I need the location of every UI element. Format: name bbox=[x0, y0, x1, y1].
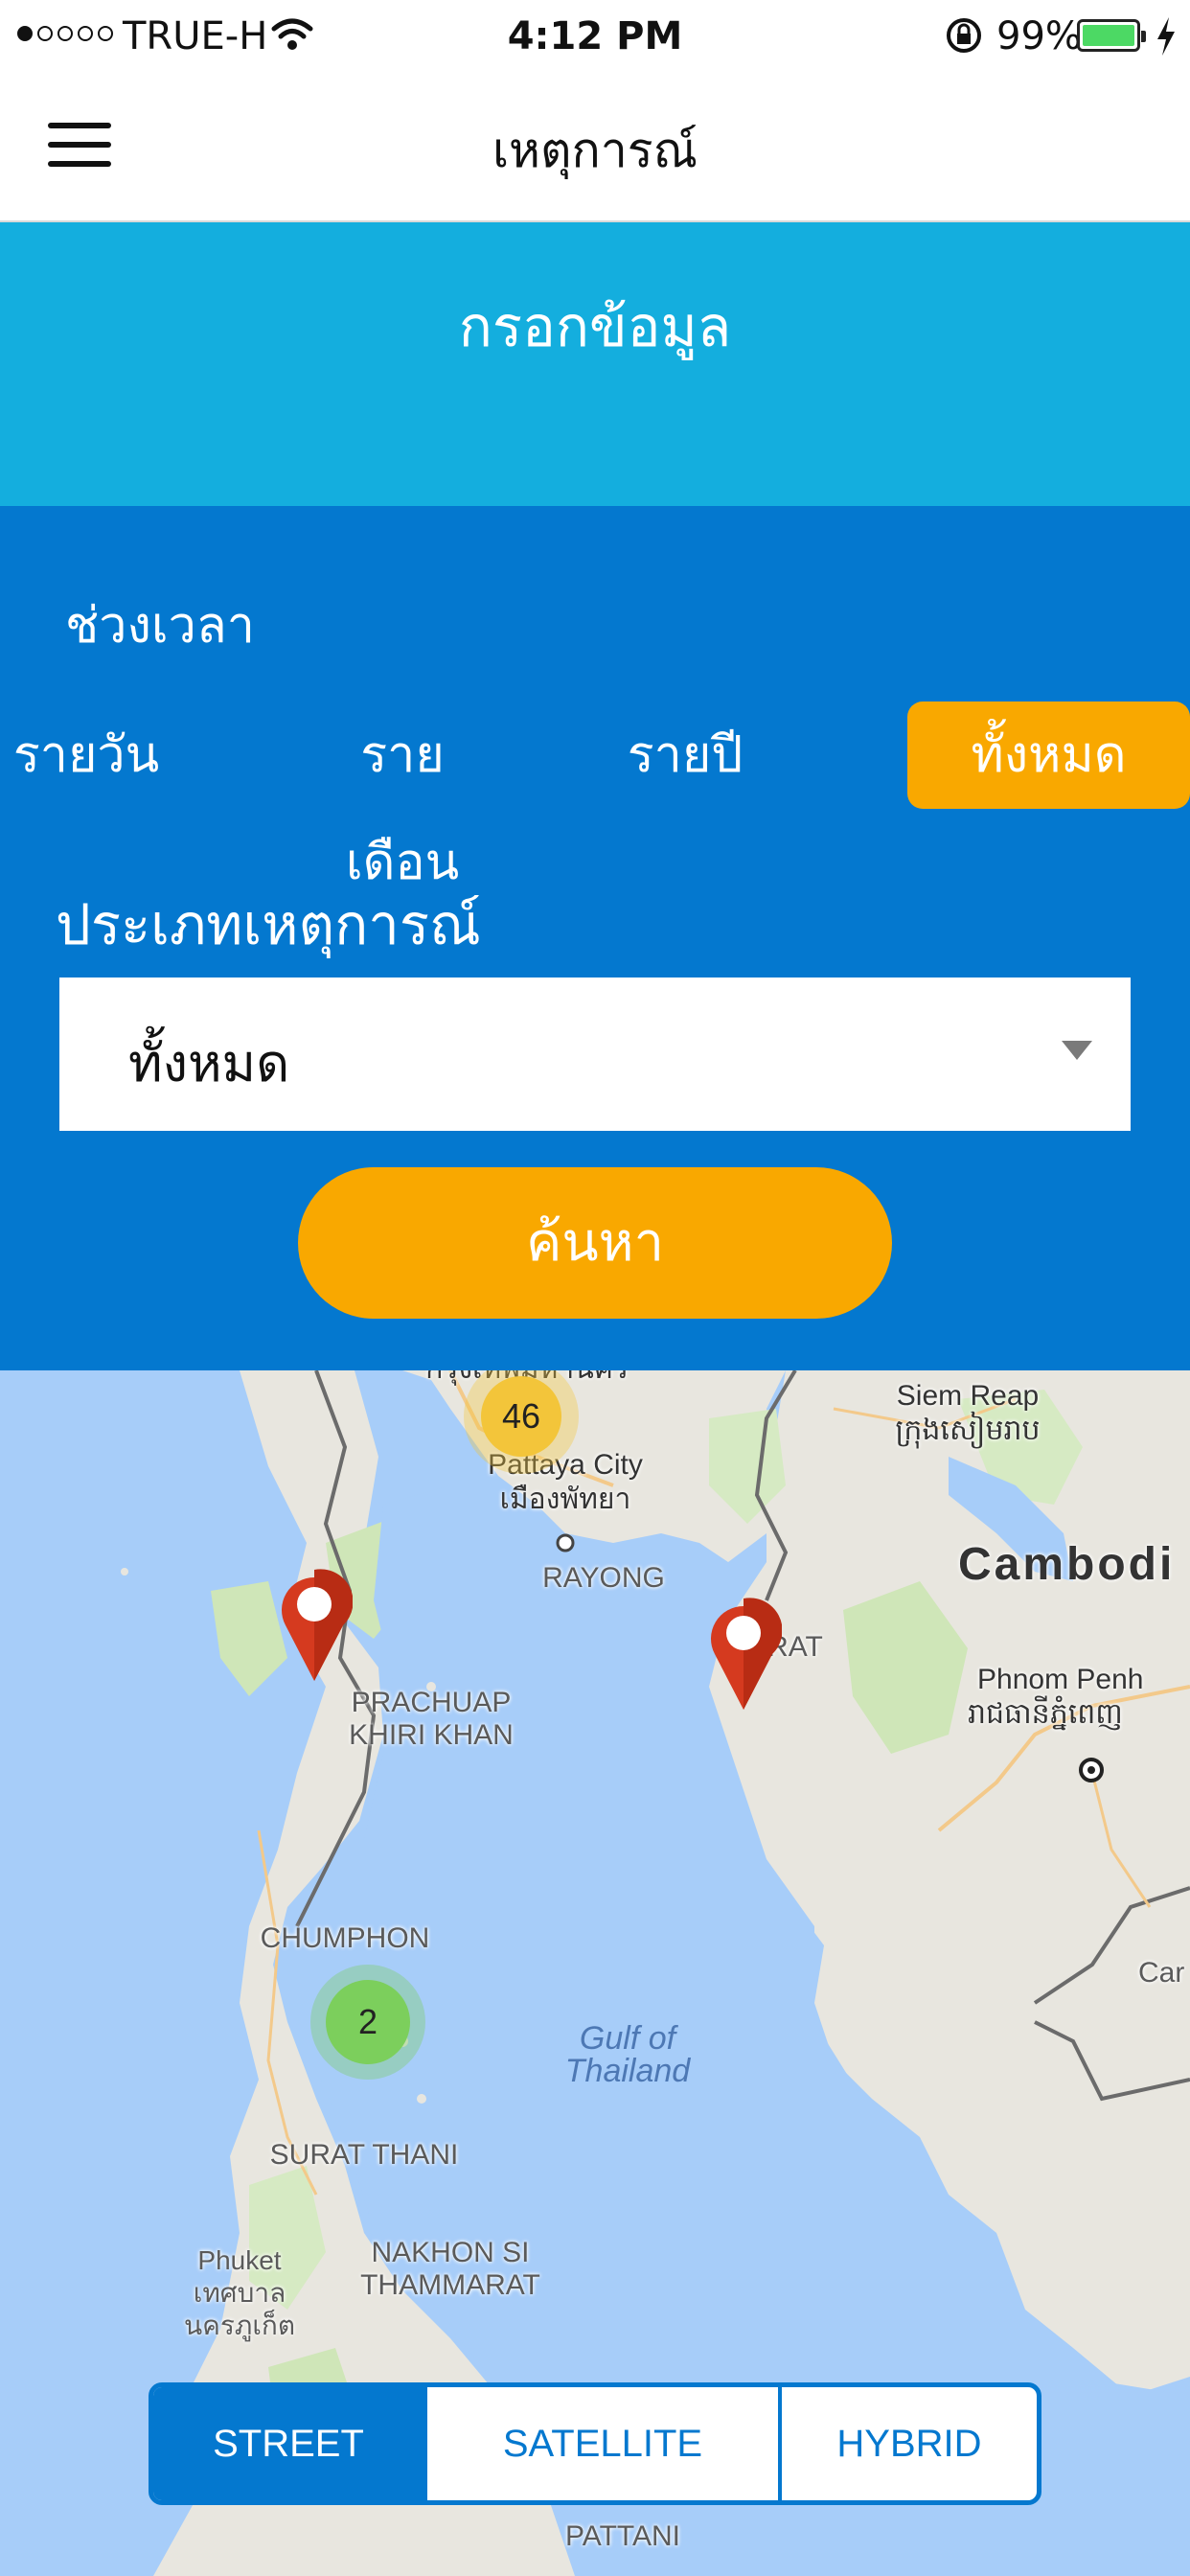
battery-percent: 99% bbox=[996, 14, 1082, 58]
map-label-siem-reap: Siem Reap bbox=[896, 1380, 1040, 1412]
battery-icon bbox=[1077, 19, 1146, 52]
map-label-chumphon: CHUMPHON bbox=[260, 1922, 430, 1954]
map-type-satellite-button[interactable]: SATELLITE bbox=[423, 2387, 778, 2500]
map-type-segmented-control: STREET SATELLITE HYBRID bbox=[149, 2382, 1041, 2505]
map-pin-icon[interactable] bbox=[276, 1566, 353, 1683]
period-all-button[interactable]: ทั้งหมด bbox=[907, 702, 1190, 809]
orientation-lock-icon bbox=[947, 18, 981, 53]
map-label-phnom-penh: Phnom Penh bbox=[977, 1664, 1144, 1695]
map-label-prachuap: PRACHUAP KHIRI KHAN bbox=[349, 1687, 514, 1751]
page-title: เหตุการณ์ bbox=[492, 123, 698, 178]
map-pin-icon[interactable] bbox=[705, 1595, 782, 1712]
map-label-pattaya-thai: เมืองพัทยา bbox=[499, 1484, 631, 1515]
map-label-surat-thani: SURAT THANI bbox=[269, 2139, 459, 2171]
map-label-cambodia-city: Car bbox=[1138, 1957, 1185, 1989]
event-type-select[interactable]: ทั้งหมด bbox=[59, 978, 1131, 1131]
period-yearly-button[interactable]: รายปี bbox=[594, 702, 776, 809]
map-label-phuket: Phuket เทศบาล นครภูเก็ต bbox=[183, 2245, 296, 2340]
map-label-pattani: PATTANI bbox=[565, 2520, 680, 2552]
cluster-marker[interactable]: 2 bbox=[310, 1965, 425, 2080]
period-daily-button[interactable]: รายวัน bbox=[0, 702, 172, 809]
map-label-cambodia: Cambodi bbox=[958, 1539, 1176, 1590]
search-button[interactable]: ค้นหา bbox=[298, 1167, 892, 1319]
period-monthly-button[interactable]: รายเดือน bbox=[307, 702, 498, 891]
filter-panel: ช่วงเวลา รายวัน รายเดือน รายปี ทั้งหมด ป… bbox=[0, 506, 1190, 1370]
map-label-nakhon-si-thammarat: NAKHON SI THAMMARAT bbox=[360, 2237, 540, 2301]
charging-bolt-icon bbox=[1157, 17, 1175, 56]
dropdown-caret-icon bbox=[1062, 1041, 1092, 1060]
map-label-rayong: RAYONG bbox=[542, 1562, 665, 1594]
input-section-header[interactable]: กรอกข้อมูล bbox=[0, 222, 1190, 685]
map-label-siem-reap-khmer: ក្រុងសៀមរាប bbox=[895, 1414, 1041, 1446]
cluster-count: 2 bbox=[326, 1980, 410, 2064]
event-type-label: ประเภทเหตุการณ์ bbox=[56, 892, 481, 957]
input-section-title: กรอกข้อมูล bbox=[458, 294, 732, 359]
cluster-count: 46 bbox=[481, 1376, 561, 1457]
time-range-label: ช่วงเวลา bbox=[65, 597, 255, 655]
status-bar: TRUE-H 4:12 PM 99% bbox=[0, 0, 1190, 73]
map-type-street-button[interactable]: STREET bbox=[153, 2387, 423, 2500]
map-type-hybrid-button[interactable]: HYBRID bbox=[778, 2387, 1037, 2500]
map-label-gulf-of-thailand: Gulf of Thailand bbox=[564, 2020, 691, 2089]
map-label-phnom-penh-khmer: រាជធានីភ្នំពេញ bbox=[968, 1698, 1123, 1730]
nav-bar: เหตุการณ์ bbox=[0, 73, 1190, 222]
event-type-selected-value: ทั้งหมด bbox=[128, 1033, 290, 1093]
